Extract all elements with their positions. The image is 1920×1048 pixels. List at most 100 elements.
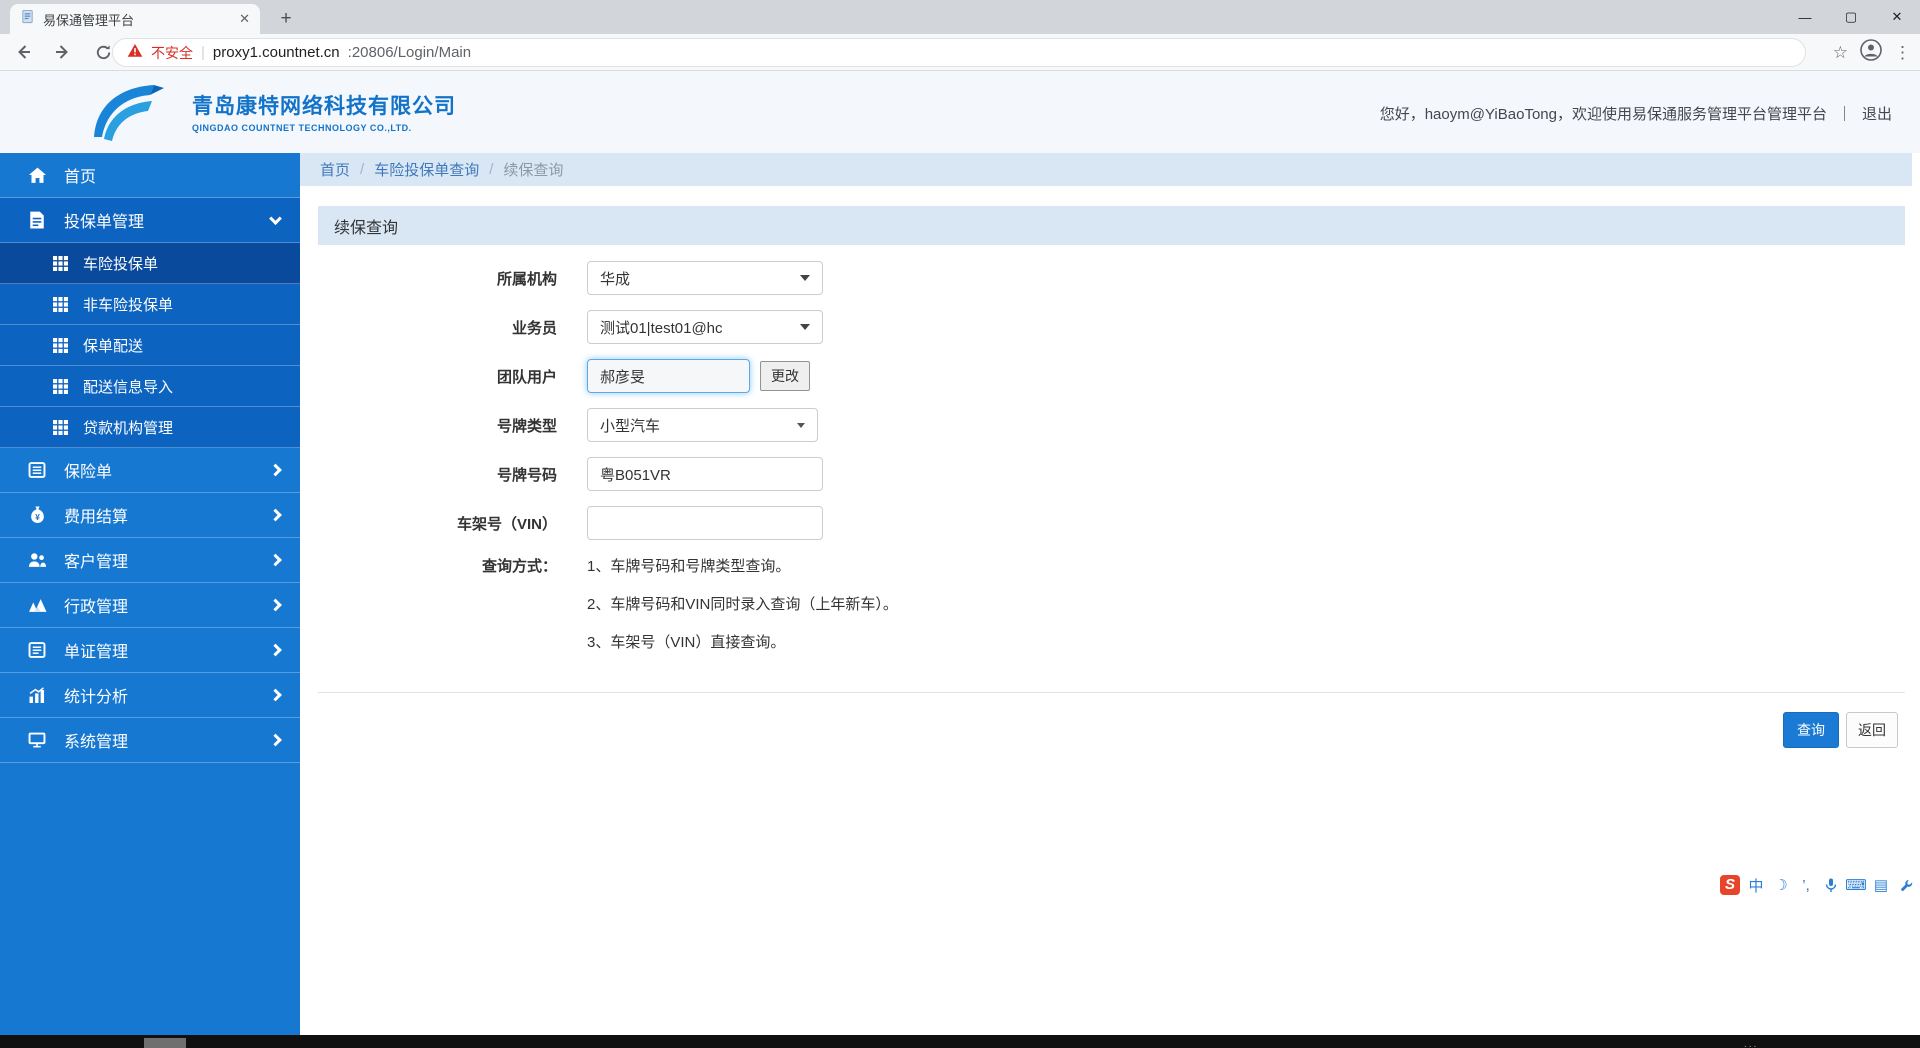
- url-host: proxy1.countnet.cn: [212, 44, 340, 61]
- ime-toolbar: S 中 ☽ ’, ⌨ ▤: [1714, 872, 1920, 898]
- query-methods-label: 查询方式：: [481, 558, 557, 575]
- sidebar-item-home[interactable]: 首页: [0, 153, 300, 198]
- sidebar-item-policy-apply-group[interactable]: 投保单管理: [0, 198, 300, 243]
- form-actions: 查询 返回: [1783, 712, 1898, 748]
- form-footer-divider: [318, 692, 1905, 693]
- field-label: 团队用户: [496, 368, 557, 386]
- query-method-line: 2、车牌号码和VIN同时录入查询（上年新车）。: [587, 596, 898, 613]
- sidebar-item-label: 保险单: [64, 464, 113, 481]
- breadcrumb-auto-policy-query[interactable]: 车险投保单查询: [374, 159, 479, 180]
- sidebar-item-nonauto-policy[interactable]: 非车险投保单: [0, 284, 300, 325]
- grid-icon: [50, 255, 70, 271]
- chart-bars-icon: [27, 687, 47, 703]
- sogou-logo[interactable]: S: [1720, 875, 1740, 895]
- sidebar-item-statistics[interactable]: 统计分析: [0, 673, 300, 718]
- money-bag-icon: ¥: [27, 506, 47, 524]
- form-row-team-user: 团队用户 更改: [300, 359, 1905, 393]
- close-button[interactable]: ✕: [1874, 0, 1920, 34]
- field-label: 车架号（VIN）: [456, 515, 557, 533]
- sidebar-item-label: 系统管理: [64, 734, 129, 751]
- moon-icon[interactable]: ☽: [1772, 876, 1790, 894]
- keyboard-icon[interactable]: ⌨: [1845, 876, 1867, 894]
- form-row-plate-number: 号牌号码: [300, 457, 1905, 491]
- sidebar-item-auto-policy[interactable]: 车险投保单: [0, 243, 300, 284]
- sidebar-item-label: 行政管理: [64, 599, 129, 616]
- chinese-mode-icon[interactable]: 中: [1747, 875, 1765, 896]
- back-button[interactable]: [6, 37, 40, 67]
- field-label: 号牌类型: [496, 417, 557, 435]
- sidebar-item-label: 保单配送: [83, 337, 144, 355]
- chevron-right-icon: [269, 553, 282, 567]
- sidebar-item-insurance-policy[interactable]: 保险单: [0, 448, 300, 493]
- plate-number-input[interactable]: [587, 457, 823, 491]
- sidebar-item-label: 费用结算: [64, 509, 129, 526]
- company-logo: 青岛康特网络科技有限公司 QINGDAO COUNTNET TECHNOLOGY…: [88, 79, 456, 143]
- tab-strip: 易保通管理平台 ✕ + — ▢ ✕: [0, 0, 1920, 34]
- grid-icon: [50, 378, 70, 394]
- favicon: [20, 9, 35, 29]
- sidebar-item-document-mgmt[interactable]: 单证管理: [0, 628, 300, 673]
- new-tab-button[interactable]: +: [272, 6, 300, 32]
- breadcrumb-separator: /: [489, 161, 494, 178]
- taskbar-chip: [144, 1038, 186, 1048]
- back-form-button[interactable]: 返回: [1846, 712, 1898, 748]
- change-button[interactable]: 更改: [760, 361, 810, 391]
- clipboard-icon[interactable]: ▤: [1872, 876, 1890, 894]
- security-label[interactable]: 不安全: [151, 43, 193, 63]
- forward-button[interactable]: [46, 37, 80, 67]
- sidebar-item-delivery-import[interactable]: 配送信息导入: [0, 366, 300, 407]
- company-name-en: QINGDAO COUNTNET TECHNOLOGY CO.,LTD.: [192, 122, 412, 133]
- grid-icon: [50, 337, 70, 353]
- punctuation-icon[interactable]: ’,: [1797, 877, 1815, 894]
- salesman-value: 测试01|test01@hc: [600, 319, 723, 337]
- browser-menu-icon[interactable]: ⋮: [1894, 43, 1912, 63]
- mic-icon[interactable]: [1822, 878, 1840, 893]
- page-title: 续保查询: [318, 206, 1905, 245]
- window-controls: — ▢ ✕: [1782, 0, 1920, 34]
- user-greeting: 您好，haoym@YiBaoTong，欢迎使用易保通服务管理平台管理平台 ｜ 退…: [1380, 103, 1892, 124]
- maximize-button[interactable]: ▢: [1828, 0, 1874, 34]
- chevron-down-icon: [800, 324, 810, 330]
- address-bar[interactable]: 不安全 | proxy1.countnet.cn:20806/Login/Mai…: [112, 38, 1806, 67]
- sidebar-item-loan-agency[interactable]: 贷款机构管理: [0, 407, 300, 448]
- company-name-cn: 青岛康特网络科技有限公司: [192, 94, 456, 118]
- field-label: 号牌号码: [496, 466, 557, 484]
- sidebar-item-admin-mgmt[interactable]: 行政管理: [0, 583, 300, 628]
- minimize-button[interactable]: —: [1782, 0, 1828, 34]
- greeting-divider: ｜: [1836, 106, 1852, 123]
- bookmark-star-icon[interactable]: ☆: [1833, 43, 1848, 63]
- sidebar-item-label: 投保单管理: [64, 214, 145, 231]
- page-title-text: 续保查询: [334, 219, 399, 237]
- vin-input[interactable]: [587, 506, 823, 540]
- browser-toolbar: 不安全 | proxy1.countnet.cn:20806/Login/Mai…: [0, 34, 1920, 71]
- sidebar-item-system-mgmt[interactable]: 系统管理: [0, 718, 300, 763]
- breadcrumb-separator: /: [360, 161, 365, 178]
- org-combobox[interactable]: 华成: [587, 261, 823, 295]
- breadcrumb-home[interactable]: 首页: [320, 159, 350, 180]
- greeting-text: 您好，haoym@YiBaoTong，欢迎使用易保通服务管理平台管理平台: [1379, 106, 1827, 123]
- sidebar-item-customer-mgmt[interactable]: 客户管理: [0, 538, 300, 583]
- field-label: 业务员: [511, 319, 557, 337]
- list-document-icon: [27, 462, 47, 478]
- form-row-plate-type: 号牌类型 小型汽车: [300, 408, 1905, 442]
- sidebar-filler: [0, 763, 300, 1035]
- profile-avatar-icon[interactable]: [1860, 39, 1882, 66]
- chevron-right-icon: [269, 733, 282, 747]
- team-user-input[interactable]: [587, 359, 750, 393]
- sidebar-item-label: 非车险投保单: [83, 296, 174, 314]
- sidebar-item-fee-settlement[interactable]: ¥ 费用结算: [0, 493, 300, 538]
- tab-title: 易保通管理平台: [43, 12, 135, 28]
- tab-close-icon[interactable]: ✕: [239, 11, 250, 27]
- query-method-line: 1、车牌号码和号牌类型查询。: [587, 558, 791, 575]
- wrench-icon[interactable]: [1897, 879, 1915, 892]
- browser-tab[interactable]: 易保通管理平台 ✕: [10, 4, 260, 34]
- sidebar-item-policy-delivery[interactable]: 保单配送: [0, 325, 300, 366]
- plate-type-select[interactable]: 小型汽车: [587, 408, 818, 442]
- svg-text:¥: ¥: [35, 512, 40, 522]
- form-row-salesman: 业务员 测试01|test01@hc: [300, 310, 1905, 344]
- logout-link[interactable]: 退出: [1862, 103, 1892, 124]
- query-button[interactable]: 查询: [1783, 712, 1839, 748]
- admin-group-icon: [27, 598, 47, 613]
- salesman-combobox[interactable]: 测试01|test01@hc: [587, 310, 823, 344]
- monitor-icon: [27, 732, 47, 748]
